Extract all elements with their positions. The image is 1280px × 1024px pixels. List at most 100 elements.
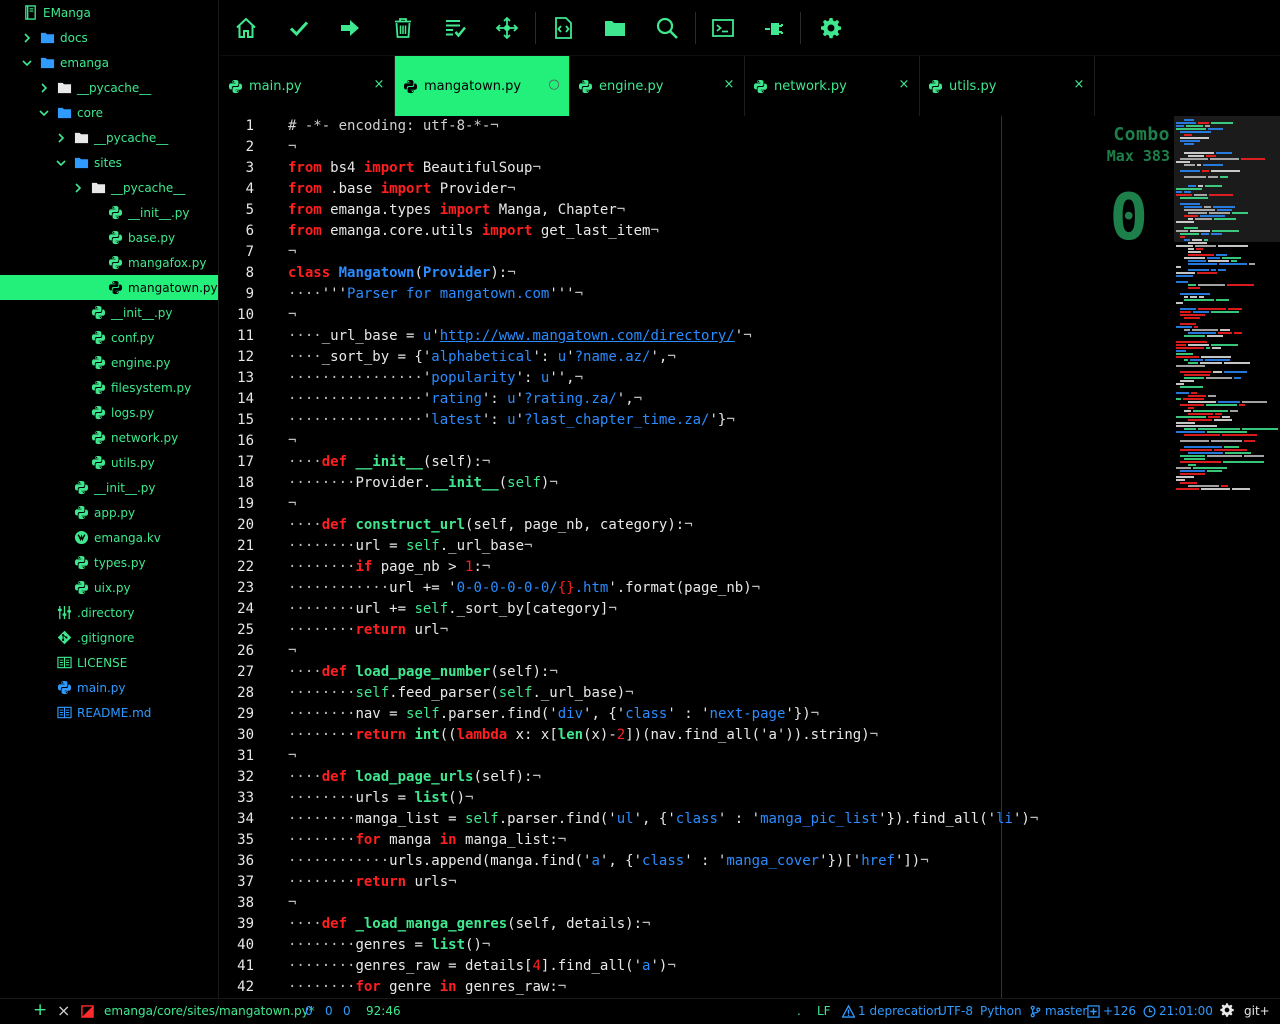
git-plus[interactable]: git+ xyxy=(1244,1004,1270,1018)
code-line[interactable]: ········if page_nb > 1:¬ xyxy=(288,559,490,575)
trash-icon[interactable] xyxy=(389,14,417,42)
code-line[interactable]: ········return urls¬ xyxy=(288,874,457,890)
search-icon[interactable] xyxy=(653,14,681,42)
tree-item[interactable]: main.py xyxy=(0,675,218,700)
code-line[interactable]: from emanga.core.utils import get_last_i… xyxy=(288,223,659,239)
code-line[interactable]: ················'latest': u'?last_chapte… xyxy=(288,412,735,428)
gear-icon[interactable] xyxy=(817,14,845,42)
code-line[interactable]: # -*- encoding: utf-8-*-¬ xyxy=(288,118,499,134)
code-line[interactable]: from emanga.types import Manga, Chapter¬ xyxy=(288,202,625,218)
tab-network[interactable]: network.py × xyxy=(745,56,920,116)
code-line[interactable]: ····'''Parser for mangatown.com'''¬ xyxy=(288,286,583,302)
tree-item[interactable]: emanga xyxy=(0,50,218,75)
tab-utils[interactable]: utils.py × xyxy=(920,56,1095,116)
tab-engine[interactable]: engine.py × xyxy=(570,56,745,116)
code-line[interactable]: ¬ xyxy=(288,433,296,449)
chevron-down-icon[interactable] xyxy=(55,157,67,169)
code-line[interactable]: from .base import Provider¬ xyxy=(288,181,516,197)
tab-mangatown[interactable]: mangatown.py ○ xyxy=(395,56,570,116)
close-icon[interactable]: × xyxy=(372,78,386,92)
code-line[interactable]: ¬ xyxy=(288,307,296,323)
code-line[interactable]: ········return int((lambda x: x[len(x)-2… xyxy=(288,727,878,743)
code-line[interactable]: ············urls.append(manga.find('a', … xyxy=(288,853,929,869)
git-branch[interactable]: master xyxy=(1029,1004,1087,1018)
tree-item[interactable]: engine.py xyxy=(0,350,218,375)
close-icon[interactable]: × xyxy=(897,78,911,92)
encoding[interactable]: UTF-8 xyxy=(938,1004,973,1018)
tree-item[interactable]: utils.py xyxy=(0,450,218,475)
code-line[interactable]: ········genres = list()¬ xyxy=(288,937,490,953)
terminal-icon[interactable] xyxy=(709,14,737,42)
tree-item[interactable]: app.py xyxy=(0,500,218,525)
code-file-icon[interactable] xyxy=(549,14,577,42)
folder-icon[interactable] xyxy=(601,14,629,42)
code-line[interactable]: ················'popularity': u'',¬ xyxy=(288,370,583,386)
code-line[interactable]: ········urls = list()¬ xyxy=(288,790,473,806)
chevron-right-icon[interactable] xyxy=(72,182,84,194)
code-line[interactable]: from bs4 import BeautifulSoup¬ xyxy=(288,160,541,176)
code-line[interactable]: ····_url_base = u'http://www.mangatown.c… xyxy=(288,328,752,344)
code-line[interactable]: ········nav = self.parser.find('div', {'… xyxy=(288,706,819,722)
code-line[interactable]: ····def _load_manga_genres(self, details… xyxy=(288,916,650,932)
info-count[interactable]: 0 xyxy=(343,1004,351,1018)
code-line[interactable]: ¬ xyxy=(288,895,296,911)
tree-item[interactable]: docs xyxy=(0,25,218,50)
close-icon[interactable]: × xyxy=(722,78,736,92)
tree-item[interactable]: mangatown.py xyxy=(0,275,218,300)
chevron-right-icon[interactable] xyxy=(55,132,67,144)
code-line[interactable]: ¬ xyxy=(288,643,296,659)
code-line[interactable]: ····def construct_url(self, page_nb, cat… xyxy=(288,517,693,533)
settings-gear-icon[interactable] xyxy=(1219,1002,1238,1018)
arrow-right-icon[interactable] xyxy=(336,14,364,42)
grammar[interactable]: Python xyxy=(980,1004,1022,1018)
tab-main[interactable]: main.py × xyxy=(220,56,395,116)
deprecation-indicator[interactable]: 1 deprecation xyxy=(842,1004,941,1018)
code-line[interactable]: ········self.feed_parser(self._url_base)… xyxy=(288,685,634,701)
code-line[interactable]: ········return url¬ xyxy=(288,622,448,638)
line-ending[interactable]: LF xyxy=(817,1004,831,1018)
close-button[interactable]: × xyxy=(57,1001,70,1020)
code-line[interactable]: ········url = self._url_base¬ xyxy=(288,538,532,554)
code-line[interactable]: ········for manga in manga_list:¬ xyxy=(288,832,566,848)
move-icon[interactable] xyxy=(493,14,521,42)
warning-count[interactable]: 0 xyxy=(325,1004,333,1018)
file-path[interactable]: emanga/core/sites/mangatown.py* xyxy=(104,1004,315,1018)
tree-item[interactable]: __pycache__ xyxy=(0,125,218,150)
tree-item[interactable]: .directory xyxy=(0,600,218,625)
code-line[interactable]: ········manga_list = self.parser.find('u… xyxy=(288,811,1038,827)
code-line[interactable]: ········genres_raw = details[4].find_all… xyxy=(288,958,676,974)
code-line[interactable]: ····_sort_by = {'alphabetical': u'?name.… xyxy=(288,349,676,365)
chevron-right-icon[interactable] xyxy=(38,82,50,94)
cursor-position[interactable]: 92:46 xyxy=(366,1004,401,1018)
code-line[interactable]: ········url += self._sort_by[category]¬ xyxy=(288,601,617,617)
tree-item[interactable]: emanga.kv xyxy=(0,525,218,550)
code-line[interactable]: class Mangatown(Provider):¬ xyxy=(288,265,516,281)
plug-icon[interactable] xyxy=(761,14,789,42)
close-icon[interactable]: × xyxy=(1072,78,1086,92)
tree-item[interactable]: network.py xyxy=(0,425,218,450)
code-line[interactable]: ¬ xyxy=(288,748,296,764)
code-line[interactable]: ····def load_page_urls(self):¬ xyxy=(288,769,541,785)
tree-item[interactable]: __init__.py xyxy=(0,300,218,325)
tree-item[interactable]: base.py xyxy=(0,225,218,250)
modified-dot-icon[interactable]: ○ xyxy=(547,78,561,92)
check-icon[interactable] xyxy=(285,14,313,42)
code-line[interactable]: ¬ xyxy=(288,496,296,512)
tree-item[interactable]: conf.py xyxy=(0,325,218,350)
git-diff[interactable]: +126 xyxy=(1087,1004,1136,1018)
tree-item[interactable]: LICENSE xyxy=(0,650,218,675)
code-line[interactable]: ¬ xyxy=(288,139,296,155)
error-count[interactable]: 0 xyxy=(305,1004,313,1018)
tree-item[interactable]: core xyxy=(0,100,218,125)
tree-item[interactable]: uix.py xyxy=(0,575,218,600)
chevron-right-icon[interactable] xyxy=(21,32,33,44)
tree-item[interactable]: sites xyxy=(0,150,218,175)
tree-item[interactable]: __pycache__ xyxy=(0,75,218,100)
add-tab-button[interactable]: + xyxy=(33,1000,47,1020)
tree-item[interactable]: types.py xyxy=(0,550,218,575)
code-line[interactable]: ····def __init__(self):¬ xyxy=(288,454,490,470)
tree-item[interactable]: filesystem.py xyxy=(0,375,218,400)
tree-item[interactable]: .gitignore xyxy=(0,625,218,650)
tree-item[interactable]: README.md xyxy=(0,700,218,725)
tree-item[interactable]: mangafox.py xyxy=(0,250,218,275)
